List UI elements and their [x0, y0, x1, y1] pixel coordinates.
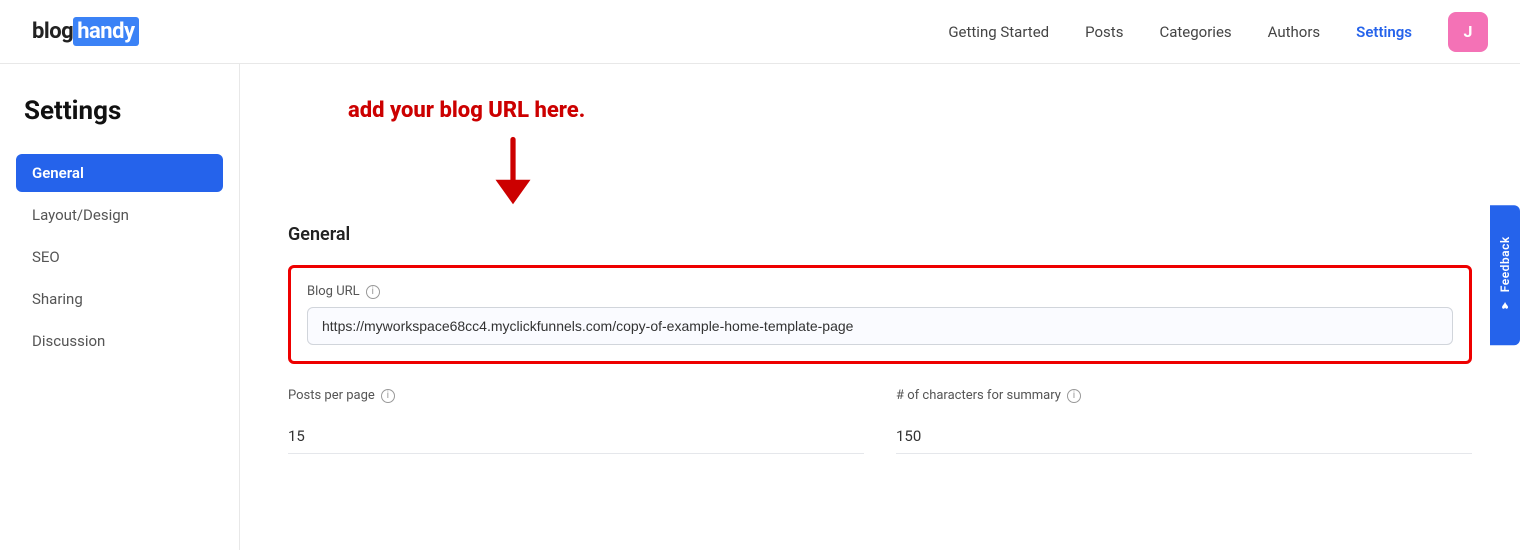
sidebar-item-discussion[interactable]: Discussion	[16, 322, 223, 360]
logo[interactable]: bloghandy	[32, 19, 139, 44]
chars-summary-value: 150	[896, 419, 1472, 454]
nav-authors[interactable]: Authors	[1268, 23, 1321, 41]
chars-summary-group: # of characters for summary i 150	[896, 388, 1472, 454]
feedback-heart-icon: ♥	[1498, 299, 1512, 314]
avatar[interactable]: J	[1448, 12, 1488, 52]
main-layout: Settings General Layout/Design SEO Shari…	[0, 64, 1520, 550]
feedback-label: Feedback	[1498, 237, 1512, 293]
posts-per-page-info-icon[interactable]: i	[381, 389, 395, 403]
blog-url-info-icon[interactable]: i	[366, 285, 380, 299]
main-content: add your blog URL here. General Blog URL…	[240, 64, 1520, 550]
nav-getting-started[interactable]: Getting Started	[948, 23, 1049, 41]
annotation-area: add your blog URL here.	[288, 88, 1472, 208]
annotation-arrow	[483, 136, 543, 210]
sidebar-item-sharing[interactable]: Sharing	[16, 280, 223, 318]
settings-two-col: Posts per page i 15 # of characters for …	[288, 388, 1472, 454]
sidebar-item-general[interactable]: General	[16, 154, 223, 192]
section-title: General	[288, 224, 1472, 245]
navbar: bloghandy Getting Started Posts Categori…	[0, 0, 1520, 64]
nav-posts[interactable]: Posts	[1085, 23, 1123, 41]
feedback-wrapper: ♥ Feedback	[1490, 205, 1520, 345]
chars-summary-label: # of characters for summary i	[896, 388, 1472, 403]
annotation-text: add your blog URL here.	[348, 98, 585, 123]
blog-url-input[interactable]	[307, 307, 1453, 345]
nav-links: Getting Started Posts Categories Authors…	[948, 12, 1488, 52]
nav-settings[interactable]: Settings	[1356, 23, 1412, 41]
feedback-button[interactable]: ♥ Feedback	[1490, 205, 1520, 345]
chars-summary-info-icon[interactable]: i	[1067, 389, 1081, 403]
logo-prefix: blog	[32, 19, 73, 44]
sidebar-item-seo[interactable]: SEO	[16, 238, 223, 276]
blog-url-section: Blog URL i	[288, 265, 1472, 364]
logo-highlight: handy	[73, 17, 138, 46]
blog-url-label: Blog URL i	[307, 284, 1453, 299]
posts-per-page-label: Posts per page i	[288, 388, 864, 403]
nav-categories[interactable]: Categories	[1159, 23, 1231, 41]
sidebar-title: Settings	[16, 96, 223, 126]
posts-per-page-group: Posts per page i 15	[288, 388, 864, 454]
posts-per-page-value: 15	[288, 419, 864, 454]
sidebar-item-layout-design[interactable]: Layout/Design	[16, 196, 223, 234]
sidebar: Settings General Layout/Design SEO Shari…	[0, 64, 240, 550]
